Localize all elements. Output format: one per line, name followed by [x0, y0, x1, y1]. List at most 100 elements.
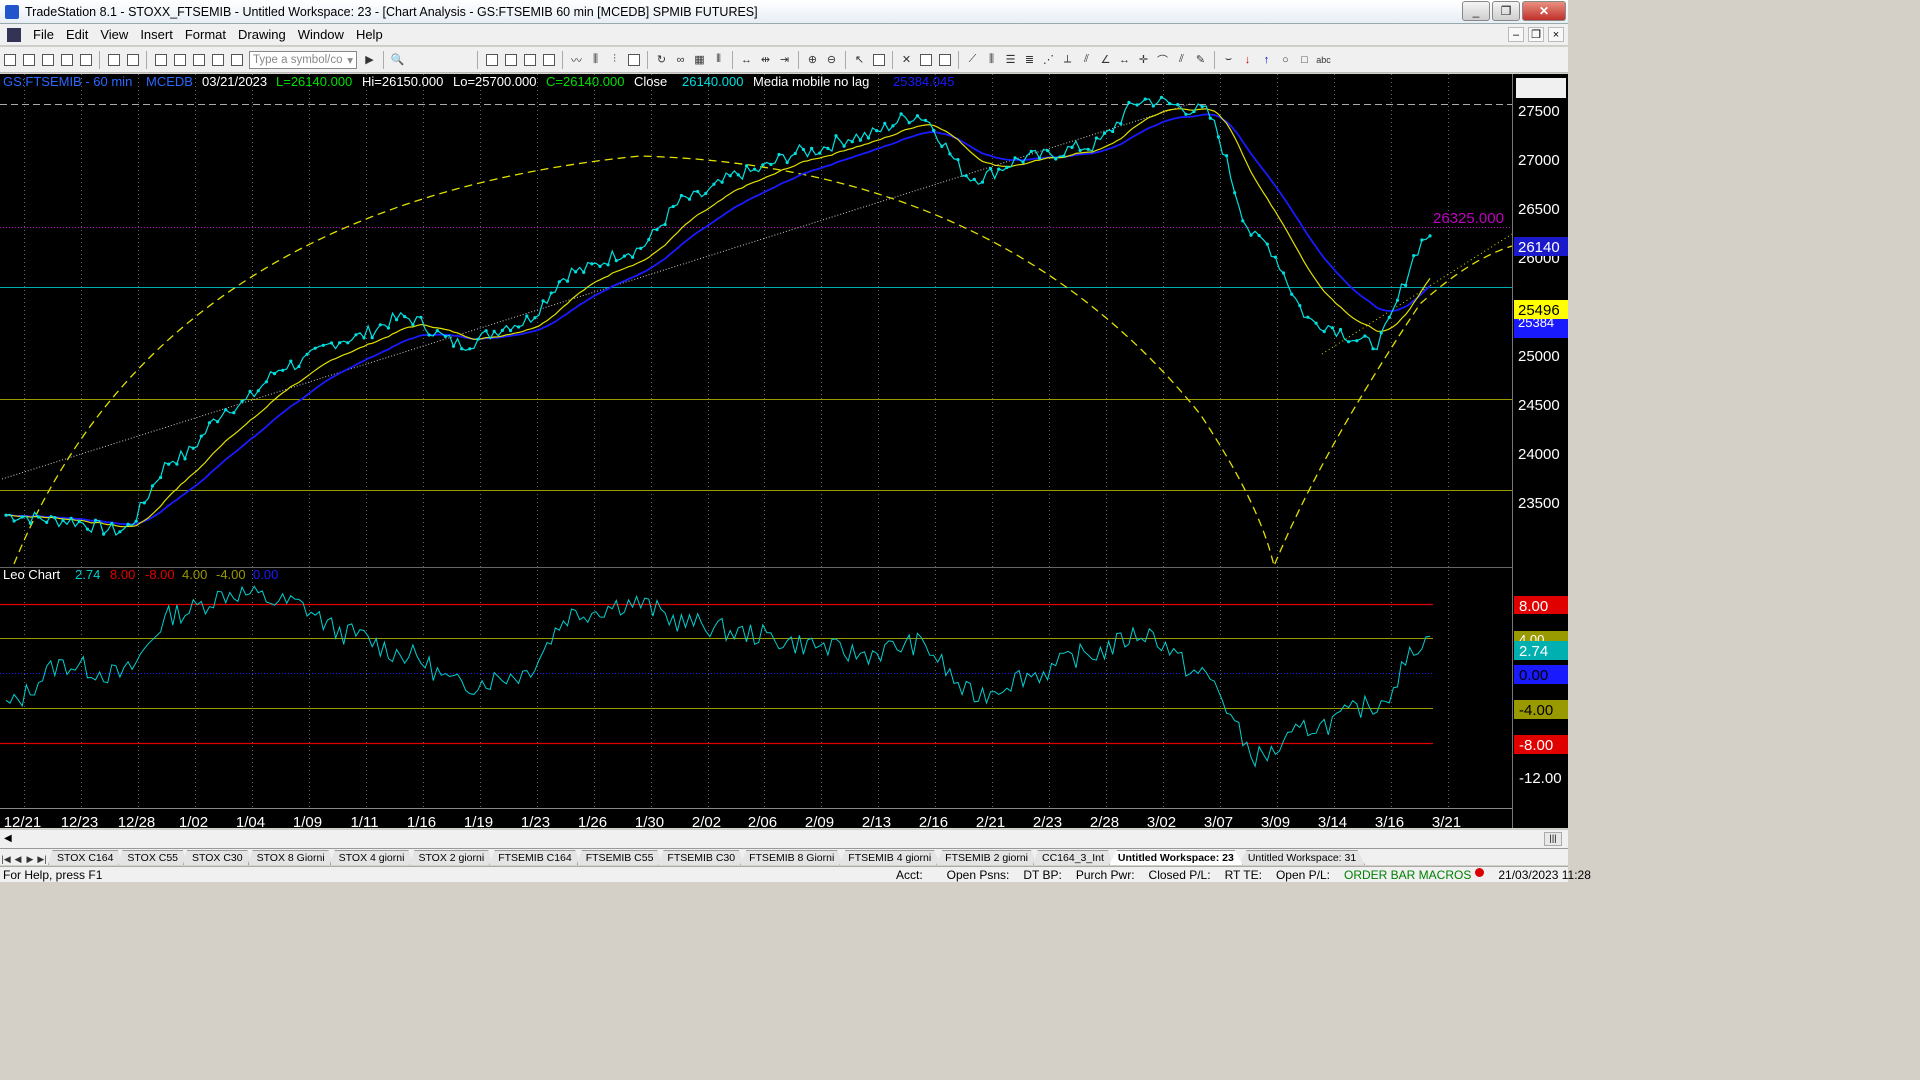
regression-icon[interactable]: ∠	[1098, 52, 1114, 68]
open-workspace-icon[interactable]	[40, 52, 56, 68]
ellipse-icon[interactable]: ○	[1278, 52, 1294, 68]
tab-first-icon[interactable]: |◀	[0, 854, 12, 865]
tab-last-icon[interactable]: ▶|	[36, 854, 48, 865]
table-icon[interactable]	[503, 52, 519, 68]
symbol-input[interactable]: Type a symbol/co ▾	[249, 50, 357, 69]
chart-svg[interactable]: GS:FTSEMIB - 60 min MCEDB 03/21/2023 L=2…	[0, 74, 1568, 831]
calculator-icon[interactable]	[541, 52, 557, 68]
tab-ftsemib-8-giorni[interactable]: FTSEMIB 8 Giorni	[740, 850, 844, 865]
mdi-close-button[interactable]: ×	[1548, 27, 1564, 42]
save-all-icon[interactable]	[78, 52, 94, 68]
refresh-icon[interactable]: ↻	[654, 52, 670, 68]
copy-icon[interactable]	[172, 52, 188, 68]
price-scale-icon[interactable]: ⫴	[711, 52, 727, 68]
tab-stox-c30[interactable]: STOX C30	[183, 850, 252, 865]
tab-untitled-workspace-23[interactable]: Untitled Workspace: 23	[1108, 850, 1243, 865]
tab-stox-8-giorni[interactable]: STOX 8 Giorni	[247, 850, 334, 865]
arrow-up-icon[interactable]: ↑	[1259, 52, 1275, 68]
tools-icon[interactable]: ✕	[899, 52, 915, 68]
channel-icon[interactable]: ⫽	[1174, 52, 1190, 68]
lock-icon[interactable]	[191, 52, 207, 68]
tab-stox-c164[interactable]: STOX C164	[48, 850, 123, 865]
speedline-icon[interactable]: ⋰	[1041, 52, 1057, 68]
save-icon[interactable]	[59, 52, 75, 68]
fib-icon[interactable]: ≣	[1022, 52, 1038, 68]
print-preview-icon[interactable]	[106, 52, 122, 68]
text-icon[interactable]: abc	[1316, 52, 1332, 68]
tab-next-icon[interactable]: ▶	[24, 854, 36, 865]
symbol-lookup-icon[interactable]: 🔍	[390, 52, 406, 68]
new-icon[interactable]	[2, 52, 18, 68]
pointer-icon[interactable]: ↖	[852, 52, 868, 68]
menu-view[interactable]: View	[94, 27, 134, 42]
print-icon[interactable]	[125, 52, 141, 68]
scroll-right-icon[interactable]: ⇥	[777, 52, 793, 68]
horizontal-lines-icon[interactable]: ☰	[1003, 52, 1019, 68]
date-tick: 3/16	[1375, 814, 1404, 828]
chart-wizard-icon[interactable]	[210, 52, 226, 68]
tab-ftsemib-c30[interactable]: FTSEMIB C30	[658, 850, 745, 865]
chart-settings-icon[interactable]	[626, 52, 642, 68]
tab-stox-2-giorni[interactable]: STOX 2 giorni	[409, 850, 494, 865]
menu-help[interactable]: Help	[350, 27, 389, 42]
arrow-down-icon[interactable]: ↓	[1240, 52, 1256, 68]
arrow-horizontal-icon[interactable]: ↔	[1117, 52, 1133, 68]
compress-icon[interactable]: ⇹	[758, 52, 774, 68]
andrews-icon[interactable]: ⫽	[1079, 52, 1095, 68]
close-button[interactable]: ✕	[1522, 1, 1566, 21]
cross-icon[interactable]: ✛	[1136, 52, 1152, 68]
menu-drawing[interactable]: Drawing	[232, 27, 292, 42]
horizontal-scrollbar[interactable]: ◀ |||	[0, 829, 1568, 848]
macro-icon[interactable]	[229, 52, 245, 68]
scroll-thumb[interactable]: |||	[1544, 832, 1562, 846]
activity-bar-icon[interactable]: ▦	[692, 52, 708, 68]
zoom-out-icon[interactable]: ⊖	[824, 52, 840, 68]
indicator-icon[interactable]	[918, 52, 934, 68]
link-icon[interactable]: ∞	[673, 52, 689, 68]
vertical-lines-icon[interactable]: ⫼	[984, 52, 1000, 68]
pane-buttons[interactable]	[1516, 78, 1566, 98]
expand-icon[interactable]: ↔	[739, 52, 755, 68]
menu-format[interactable]: Format	[179, 27, 232, 42]
chart-candle-icon[interactable]: ⫼	[588, 52, 604, 68]
status-order-bar[interactable]: ORDER BAR MACROS	[1344, 868, 1471, 882]
gann-icon[interactable]: ⟂	[1060, 52, 1076, 68]
zoom-in-icon[interactable]: ⊕	[805, 52, 821, 68]
curve-icon[interactable]: ⌣	[1221, 52, 1237, 68]
minimize-button[interactable]: _	[1462, 1, 1490, 21]
mdi-restore-button[interactable]: ❐	[1528, 27, 1544, 42]
tab-stox-4-giorni[interactable]: STOX 4 giorni	[329, 850, 414, 865]
mdi-minimize-button[interactable]: –	[1508, 27, 1524, 42]
pen-icon[interactable]: ✎	[1193, 52, 1209, 68]
open-icon[interactable]	[21, 52, 37, 68]
tab-ftsemib-c55[interactable]: FTSEMIB C55	[576, 850, 663, 865]
data-window-icon[interactable]	[871, 52, 887, 68]
calendar-icon[interactable]	[522, 52, 538, 68]
trendline-icon[interactable]: ⟋	[965, 52, 981, 68]
play-icon[interactable]: ▶	[362, 52, 378, 68]
grid-icon[interactable]	[484, 52, 500, 68]
cut-icon[interactable]	[153, 52, 169, 68]
menu-insert[interactable]: Insert	[134, 27, 179, 42]
arc-icon[interactable]: ⌒	[1155, 52, 1171, 68]
tab-ftsemib-c164[interactable]: FTSEMIB C164	[489, 850, 581, 865]
strategy-icon[interactable]	[937, 52, 953, 68]
menu-file[interactable]: File	[27, 27, 60, 42]
tab-ftsemib-2-giorni[interactable]: FTSEMIB 2 giorni	[936, 850, 1038, 865]
menu-window[interactable]: Window	[292, 27, 350, 42]
scroll-left-icon[interactable]: ◀	[4, 833, 12, 844]
rectangle-icon[interactable]: □	[1297, 52, 1313, 68]
restore-button[interactable]: ❐	[1492, 1, 1520, 21]
chart-bar-icon[interactable]: ⫶	[607, 52, 623, 68]
chart-line-icon[interactable]: 〰	[569, 52, 585, 68]
menu-edit[interactable]: Edit	[60, 27, 94, 42]
price-tick: 27500	[1518, 103, 1560, 120]
tab-untitled-workspace-31[interactable]: Untitled Workspace: 31	[1238, 850, 1366, 865]
tab-prev-icon[interactable]: ◀	[12, 854, 24, 865]
tab-ftsemib-4-giorni[interactable]: FTSEMIB 4 giorni	[839, 850, 941, 865]
chevron-down-icon[interactable]: ▾	[347, 53, 353, 67]
chart-analysis-window[interactable]: GS:FTSEMIB - 60 min MCEDB 03/21/2023 L=2…	[0, 74, 1568, 831]
chart-document-icon[interactable]	[7, 27, 21, 42]
tab-stox-c55[interactable]: STOX C55	[118, 850, 187, 865]
tab-cc164-3-int[interactable]: CC164_3_Int	[1033, 850, 1113, 865]
